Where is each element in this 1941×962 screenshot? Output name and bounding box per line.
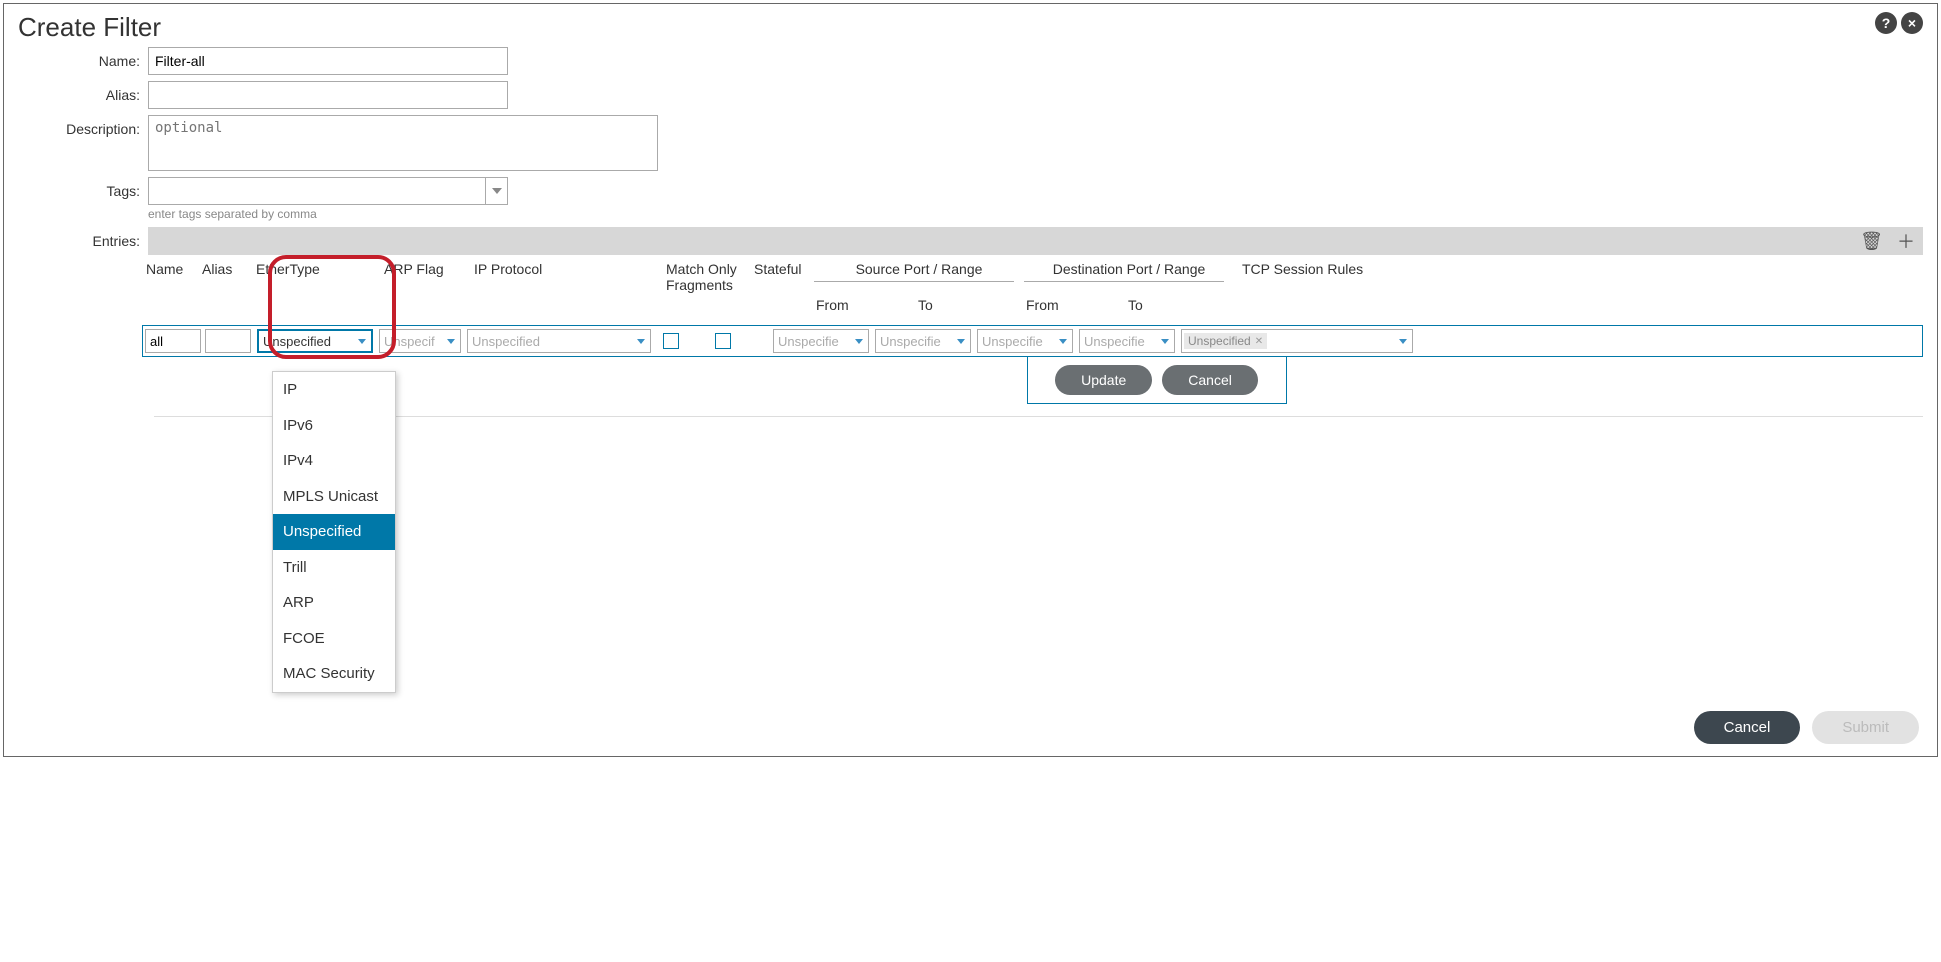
chevron-down-icon <box>492 188 502 194</box>
tags-select[interactable] <box>148 177 508 205</box>
col-dport-to: To <box>1128 297 1236 313</box>
col-tcp: TCP Session Rules <box>1234 261 1454 293</box>
ethertype-option-arp[interactable]: ARP <box>273 585 395 621</box>
chevron-down-icon <box>637 339 645 344</box>
ethertype-option-mpls[interactable]: MPLS Unicast <box>273 479 395 515</box>
alias-input[interactable] <box>148 81 508 109</box>
cancel-button[interactable]: Cancel <box>1694 711 1801 744</box>
chevron-down-icon <box>1059 339 1067 344</box>
update-button[interactable]: Update <box>1055 365 1152 395</box>
ethertype-option-ipv4[interactable]: IPv4 <box>273 443 395 479</box>
ethertype-option-ip[interactable]: IP <box>273 372 395 408</box>
chevron-down-icon <box>358 339 366 344</box>
col-sport-from: From <box>816 297 918 313</box>
chevron-down-icon <box>855 339 863 344</box>
tags-hint: enter tags separated by comma <box>148 207 508 221</box>
chevron-down-icon <box>957 339 965 344</box>
submit-button: Submit <box>1812 711 1919 744</box>
name-input[interactable] <box>148 47 508 75</box>
ethertype-option-macsec[interactable]: MAC Security <box>273 656 395 692</box>
chevron-down-icon <box>1161 339 1169 344</box>
plus-icon[interactable]: ＋ <box>1897 228 1915 254</box>
col-ethertype: EtherType <box>256 261 384 293</box>
ethertype-option-unspecified[interactable]: Unspecified <box>273 514 395 550</box>
entries-table-head-wrap: Name Alias EtherType ARP Flag IP Protoco… <box>142 255 1923 404</box>
chevron-down-icon <box>447 339 455 344</box>
entry-arpflag-select[interactable]: Unspecif <box>379 329 461 353</box>
entry-stateful-checkbox[interactable] <box>715 333 731 349</box>
entries-label: Entries: <box>18 227 148 249</box>
col-match: Match Only Fragments <box>666 261 754 293</box>
entry-ipprotocol-select[interactable]: Unspecified <box>467 329 651 353</box>
col-arpflag: ARP Flag <box>384 261 474 293</box>
chevron-down-icon <box>1399 339 1407 344</box>
cancel-entry-button[interactable]: Cancel <box>1162 365 1258 395</box>
tags-input[interactable] <box>149 178 485 204</box>
tcp-rule-chip: Unspecified ✕ <box>1184 333 1267 349</box>
modal-footer: Cancel Submit <box>1694 711 1919 744</box>
trash-icon[interactable]: 🗑 <box>1860 231 1883 252</box>
description-input[interactable] <box>148 115 658 171</box>
description-label: Description: <box>18 115 148 137</box>
entry-sport-from-select[interactable]: Unspecifie <box>773 329 869 353</box>
entry-tcp-rules[interactable]: Unspecified ✕ <box>1181 329 1413 353</box>
entry-row: Unspecified Unspecif Unspecified Unspe <box>142 325 1923 357</box>
col-dport-from: From <box>1026 297 1128 313</box>
entry-actions: Update Cancel <box>1027 357 1287 404</box>
ethertype-option-fcoe[interactable]: FCOE <box>273 621 395 657</box>
ethertype-dropdown: IP IPv6 IPv4 MPLS Unicast Unspecified Tr… <box>272 371 396 693</box>
entries-table-head: Name Alias EtherType ARP Flag IP Protoco… <box>142 255 1923 297</box>
alias-label: Alias: <box>18 81 148 103</box>
entry-match-checkbox[interactable] <box>663 333 679 349</box>
tags-label: Tags: <box>18 177 148 199</box>
entry-alias-input[interactable] <box>205 329 251 353</box>
entry-sport-to-select[interactable]: Unspecifie <box>875 329 971 353</box>
help-icon[interactable]: ? <box>1875 12 1897 34</box>
col-alias: Alias <box>202 261 256 293</box>
create-filter-modal: Create Filter ? × Name: Alias: Descripti… <box>3 3 1938 757</box>
modal-header: Create Filter ? × <box>4 4 1937 47</box>
entry-dport-to-select[interactable]: Unspecifie <box>1079 329 1175 353</box>
entry-name-input[interactable] <box>145 329 201 353</box>
ethertype-option-trill[interactable]: Trill <box>273 550 395 586</box>
entries-toolbar: 🗑 ＋ <box>148 227 1923 255</box>
entry-dport-from-select[interactable]: Unspecifie <box>977 329 1073 353</box>
entry-ethertype-select[interactable]: Unspecified <box>257 329 373 353</box>
col-name: Name <box>142 261 202 293</box>
col-dport: Destination Port / Range <box>1024 261 1234 293</box>
modal-title: Create Filter <box>18 12 161 43</box>
col-ipprotocol: IP Protocol <box>474 261 666 293</box>
name-label: Name: <box>18 47 148 69</box>
col-stateful: Stateful <box>754 261 814 293</box>
tags-dropdown-btn[interactable] <box>485 178 507 204</box>
ethertype-option-ipv6[interactable]: IPv6 <box>273 408 395 444</box>
close-icon[interactable]: × <box>1901 12 1923 34</box>
col-sport-to: To <box>918 297 1026 313</box>
chip-remove-icon[interactable]: ✕ <box>1255 336 1263 347</box>
col-sport: Source Port / Range <box>814 261 1024 293</box>
